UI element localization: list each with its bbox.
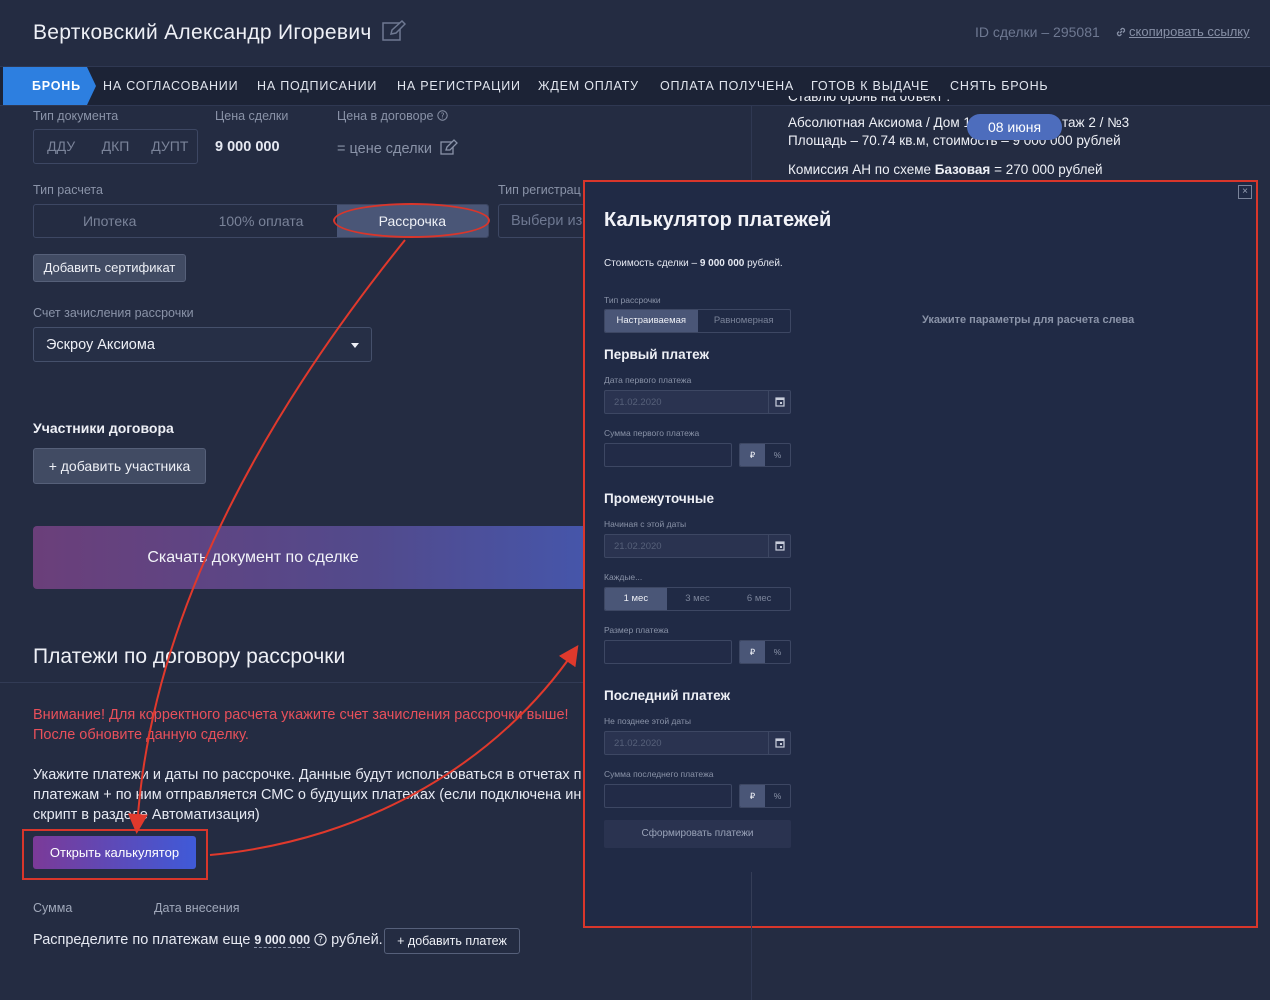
annotation-arrow-right: [209, 645, 579, 856]
annotation-arrows: [127, 239, 579, 856]
annotation-arrow-down: [127, 239, 406, 834]
